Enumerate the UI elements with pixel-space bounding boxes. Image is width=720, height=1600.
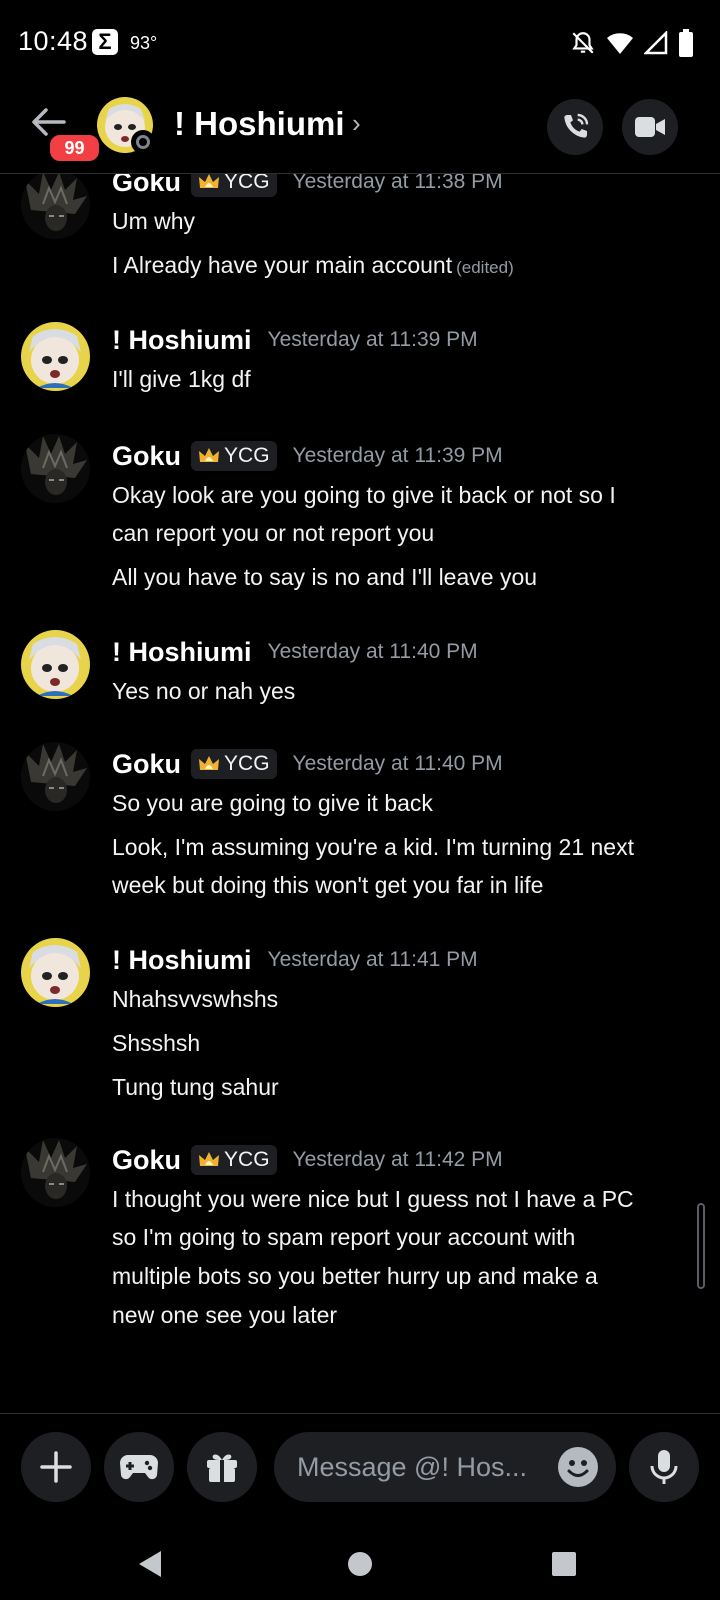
- guild-tag[interactable]: YCG: [191, 1145, 277, 1175]
- message-text: All you have to say is no and I'll leave…: [112, 564, 538, 590]
- timestamp: Yesterday at 11:39 PM: [267, 328, 478, 351]
- message-text: new one see you later: [112, 1302, 338, 1328]
- channel-header: 99 ! Hoshiumi ›: [0, 88, 720, 174]
- add-attachment-button[interactable]: [21, 1432, 91, 1502]
- timestamp: Yesterday at 11:40 PM: [267, 640, 478, 663]
- author-line: ! Hoshiumi Yesterday at 11:40 PM: [112, 634, 478, 670]
- guild-tag[interactable]: YCG: [191, 174, 277, 197]
- bell-off-icon: [572, 32, 594, 54]
- author-name[interactable]: Goku: [112, 749, 181, 780]
- message-text: Nhahsvvswhshs: [112, 986, 279, 1012]
- scrollbar-thumb[interactable]: [697, 1203, 705, 1289]
- voice-call-button[interactable]: [547, 99, 603, 155]
- author-name[interactable]: Goku: [112, 441, 181, 472]
- guild-tag-label: YCG: [224, 1148, 270, 1171]
- message-text: So you are going to give it back: [112, 790, 433, 816]
- offline-status-icon: [131, 130, 155, 154]
- guild-tag-label: YCG: [224, 752, 270, 775]
- gift-button[interactable]: [187, 1432, 257, 1502]
- crown-icon: [198, 447, 220, 465]
- plus-icon: [40, 1451, 72, 1483]
- author-line: Goku YCG Yesterday at 11:40 PM: [112, 746, 503, 782]
- author-line: Goku YCG Yesterday at 11:38 PM: [112, 174, 503, 200]
- guild-tag-label: YCG: [224, 174, 270, 193]
- author-name[interactable]: ! Hoshiumi: [112, 325, 252, 356]
- message-text: week but doing this won't get you far in…: [112, 872, 544, 898]
- message-text: Yes no or nah yes: [112, 678, 296, 704]
- avatar[interactable]: [21, 938, 90, 1007]
- timestamp: Yesterday at 11:39 PM: [292, 444, 503, 467]
- author-line: Goku YCG Yesterday at 11:42 PM: [112, 1142, 503, 1178]
- nav-recents-icon[interactable]: [551, 1551, 577, 1577]
- author-line: ! Hoshiumi Yesterday at 11:41 PM: [112, 942, 478, 978]
- timestamp: Yesterday at 11:40 PM: [292, 752, 503, 775]
- status-bar: 10:48 Σ 93°: [0, 0, 720, 88]
- message-text: multiple bots so you better hurry up and…: [112, 1263, 598, 1289]
- avatar[interactable]: [21, 630, 90, 699]
- author-line: ! Hoshiumi Yesterday at 11:39 PM: [112, 322, 478, 358]
- message-input[interactable]: Message @! Hos...: [274, 1432, 616, 1502]
- nav-back-icon[interactable]: [137, 1549, 163, 1579]
- author-name[interactable]: Goku: [112, 1145, 181, 1176]
- crown-icon: [198, 1151, 220, 1169]
- edited-label: (edited): [456, 258, 514, 277]
- message-text: I Already have your main account (edited): [112, 246, 697, 287]
- avatar[interactable]: [21, 322, 90, 391]
- signal-icon: [644, 31, 668, 55]
- nav-home-icon[interactable]: [347, 1551, 373, 1577]
- system-navigation-bar: [0, 1523, 720, 1600]
- message-text: so I'm going to spam report your account…: [112, 1224, 576, 1250]
- author-name[interactable]: Goku: [112, 174, 181, 198]
- message-text: I thought you were nice but I guess not …: [112, 1186, 634, 1212]
- guild-tag-label: YCG: [224, 444, 270, 467]
- smiley-icon: [567, 1460, 589, 1477]
- message-text: Look, I'm assuming you're a kid. I'm tur…: [112, 834, 634, 860]
- unread-badge: 99: [47, 132, 102, 164]
- crown-icon: [198, 174, 220, 191]
- chevron-right-icon[interactable]: ›: [352, 108, 361, 139]
- message-text: Um why: [112, 208, 196, 234]
- battery-icon: [679, 29, 693, 57]
- crown-icon: [198, 755, 220, 773]
- avatar[interactable]: [21, 742, 90, 811]
- gift-icon: [207, 1454, 237, 1482]
- voice-message-button[interactable]: [629, 1432, 699, 1502]
- message-text: Tung tung sahur: [112, 1074, 279, 1100]
- message-list[interactable]: Goku YCG Yesterday at 11:38 PM Um why I …: [0, 174, 720, 1414]
- author-name[interactable]: ! Hoshiumi: [112, 945, 252, 976]
- guild-tag[interactable]: YCG: [191, 441, 277, 471]
- timestamp: Yesterday at 11:41 PM: [267, 948, 478, 971]
- phone-icon: [564, 113, 589, 138]
- avatar[interactable]: [21, 1138, 90, 1207]
- wifi-icon: [607, 33, 633, 54]
- avatar[interactable]: [21, 434, 90, 503]
- message-input-placeholder: Message @! Hos...: [297, 1452, 527, 1482]
- emoji-picker-button[interactable]: [558, 1447, 598, 1487]
- guild-tag[interactable]: YCG: [191, 749, 277, 779]
- gamepad-icon: [120, 1455, 158, 1480]
- author-line: Goku YCG Yesterday at 11:39 PM: [112, 438, 503, 474]
- page-title[interactable]: ! Hoshiumi: [174, 105, 345, 143]
- message-composer: Message @! Hos...: [0, 1413, 720, 1524]
- status-icons: [570, 28, 694, 58]
- author-name[interactable]: ! Hoshiumi: [112, 637, 252, 668]
- message-text: can report you or not report you: [112, 520, 435, 546]
- timestamp: Yesterday at 11:42 PM: [292, 1148, 503, 1171]
- message-text-content: I Already have your main account: [112, 252, 453, 278]
- message-text: I'll give 1kg df: [112, 366, 251, 392]
- avatar[interactable]: [21, 174, 90, 239]
- status-temperature: 93°: [130, 33, 158, 53]
- timestamp: Yesterday at 11:38 PM: [292, 174, 503, 193]
- status-time: 10:48: [18, 26, 89, 56]
- microphone-icon: [650, 1450, 678, 1484]
- activities-button[interactable]: [104, 1432, 174, 1502]
- message-text: Shsshsh: [112, 1030, 201, 1056]
- sigma-icon: Σ: [92, 29, 118, 55]
- video-camera-icon: [635, 117, 665, 137]
- message-text: Okay look are you going to give it back …: [112, 482, 616, 508]
- video-call-button[interactable]: [622, 99, 678, 155]
